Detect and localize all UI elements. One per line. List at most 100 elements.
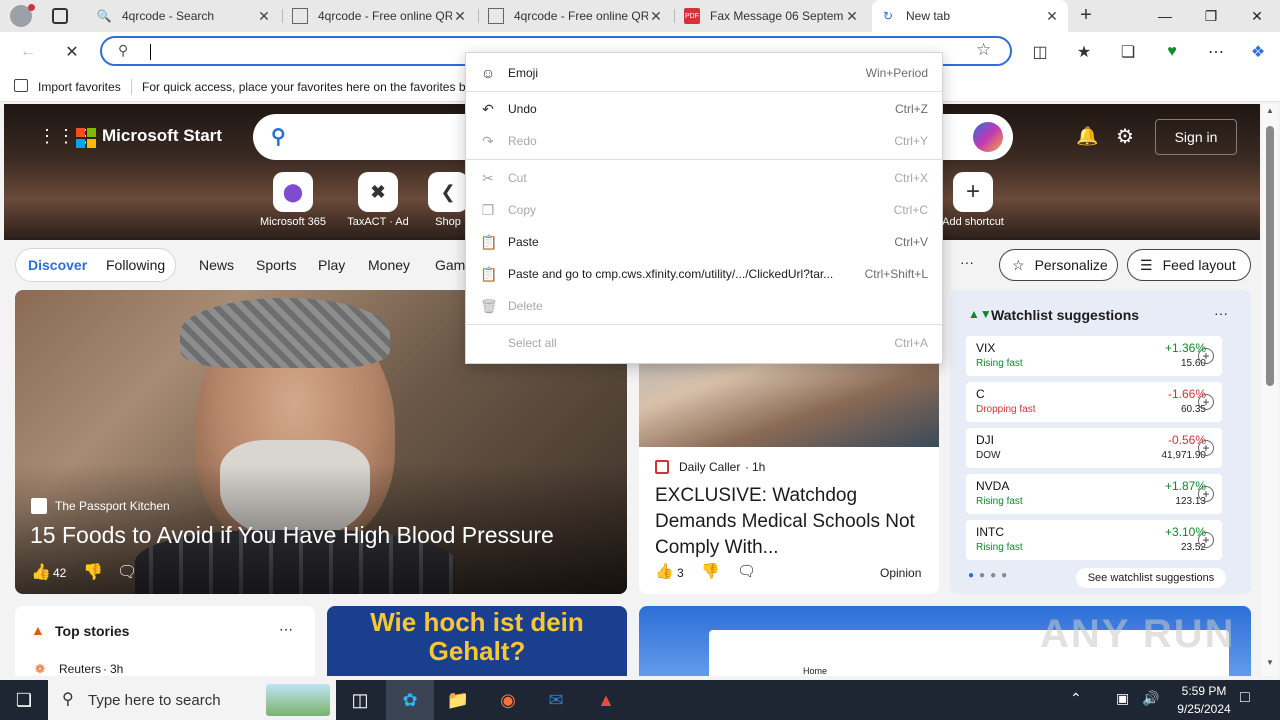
tab-title: 4qrcode - Search	[122, 9, 215, 23]
add-shortcut[interactable]: + Add shortcut	[933, 168, 1013, 228]
menu-label: Select all	[508, 336, 557, 350]
tab-discover[interactable]: Discover	[28, 257, 87, 273]
copilot-icon[interactable]	[973, 122, 1003, 152]
watch-row-intc[interactable]: INTC Rising fast +3.10% 23.52	[966, 520, 1222, 560]
tab-actions-icon[interactable]	[52, 8, 68, 24]
shortcut-taxact[interactable]: ✖ TaxACT · Ad	[338, 168, 418, 228]
dislike-icon[interactable]: 👎	[701, 562, 720, 580]
publisher-name[interactable]: Daily Caller	[679, 460, 740, 474]
add-to-watchlist-icon[interactable]: +	[1198, 486, 1214, 502]
comment-icon[interactable]: 🗨	[737, 562, 756, 580]
settings-gear-icon[interactable]: ⚙	[1116, 124, 1134, 149]
tab-divider	[282, 9, 283, 23]
stop-loading-icon[interactable]: ✕	[58, 38, 86, 66]
scroll-down-arrow[interactable]: ▼	[1266, 658, 1274, 667]
restore-button[interactable]: ❐	[1188, 0, 1234, 32]
file-explorer-icon[interactable]: 📁	[434, 680, 482, 720]
personalize-button[interactable]: ☆ Personalize	[999, 249, 1118, 281]
ad-card[interactable]: Wie hoch ist dein Gehalt?	[327, 606, 627, 676]
menu-item-copy[interactable]: ❐ Copy Ctrl+C	[466, 194, 942, 226]
close-tab-icon[interactable]: ✕	[1044, 8, 1060, 25]
back-icon[interactable]: ←	[14, 38, 42, 66]
add-to-watchlist-icon[interactable]: +	[1198, 394, 1214, 410]
brand-name[interactable]: Microsoft Start	[102, 126, 222, 146]
menu-item-select-all[interactable]: Select all Ctrl+A	[466, 327, 942, 359]
start-button[interactable]: ❏	[0, 680, 48, 720]
sign-in-button[interactable]: Sign in	[1155, 119, 1237, 155]
outlook-icon[interactable]: ✉	[532, 680, 580, 720]
notification-center-icon[interactable]: □	[1240, 689, 1250, 707]
anyrun-app-icon[interactable]: ▲	[582, 680, 630, 720]
like-icon[interactable]: 👍	[31, 562, 51, 582]
watch-row-c[interactable]: C Dropping fast -1.66% 60.35	[966, 382, 1222, 422]
article-title[interactable]: 15 Foods to Avoid if You Have High Blood…	[30, 522, 554, 549]
nav-sports[interactable]: Sports	[256, 257, 296, 273]
scroll-thumb[interactable]	[1266, 126, 1274, 386]
dislike-icon[interactable]: 👎	[83, 562, 103, 582]
watchlist-more-icon[interactable]: ···	[1214, 305, 1228, 321]
menu-item-paste-and-go[interactable]: 📋 Paste and go to cmp.cws.xfinity.com/ut…	[466, 258, 942, 290]
taskbar-time[interactable]: 5:59 PM	[1174, 684, 1234, 698]
tab-1[interactable]: 🔍 4qrcode - Search ✕	[88, 0, 280, 32]
volume-icon[interactable]: 🔊	[1142, 690, 1159, 707]
tab-2[interactable]: 4qrcode - Free online QR ✕	[284, 0, 476, 32]
article-title[interactable]: EXCLUSIVE: Watchdog Demands Medical Scho…	[655, 483, 915, 561]
watch-row-dji[interactable]: DJI DOW -0.56% 41,971.90	[966, 428, 1222, 468]
menu-item-paste[interactable]: 📋 Paste Ctrl+V	[466, 226, 942, 258]
close-tab-icon[interactable]: ✕	[256, 8, 272, 25]
close-tab-icon[interactable]: ✕	[844, 8, 860, 25]
browser-essentials-icon[interactable]: ♥	[1158, 38, 1186, 66]
taskbar-date[interactable]: 9/25/2024	[1168, 702, 1240, 716]
nav-news[interactable]: News	[199, 257, 234, 273]
settings-more-icon[interactable]: ⋯	[1202, 38, 1230, 66]
close-window-button[interactable]: ✕	[1234, 0, 1280, 32]
publisher-name[interactable]: The Passport Kitchen	[55, 499, 170, 513]
page-scrollbar[interactable]: ▲ ▼	[1262, 104, 1278, 676]
close-tab-icon[interactable]: ✕	[648, 8, 664, 25]
add-to-watchlist-icon[interactable]: +	[1198, 348, 1214, 364]
feed-layout-button[interactable]: ☰ Feed layout	[1127, 249, 1251, 281]
publisher-name[interactable]: Reuters	[59, 662, 101, 676]
close-tab-icon[interactable]: ✕	[452, 8, 468, 25]
tab-4[interactable]: PDF Fax Message 06 Septemb ✕	[676, 0, 868, 32]
split-screen-icon[interactable]: ◫	[1026, 38, 1054, 66]
minimize-button[interactable]: —	[1142, 0, 1188, 32]
like-icon[interactable]: 👍	[655, 562, 674, 580]
nav-money[interactable]: Money	[368, 257, 410, 273]
pager-dots[interactable]: ●●●●	[968, 570, 1012, 581]
import-favorites-link[interactable]: Import favorites	[38, 80, 121, 94]
tab-3[interactable]: 4qrcode - Free online QR ✕	[480, 0, 672, 32]
new-tab-button[interactable]: +	[1074, 4, 1098, 28]
show-hidden-icons[interactable]: ⌃	[1070, 690, 1082, 707]
taskbar-search[interactable]: ⚲ Type here to search	[48, 680, 336, 720]
firefox-icon[interactable]: ◉	[484, 680, 532, 720]
tab-5-active[interactable]: ↻ New tab ✕	[872, 0, 1068, 32]
copilot-icon[interactable]: ❖	[1244, 38, 1272, 66]
menu-item-emoji[interactable]: ☺ Emoji Win+Period	[466, 57, 942, 89]
add-to-watchlist-icon[interactable]: +	[1198, 532, 1214, 548]
comment-icon[interactable]: 🗨	[117, 562, 137, 582]
favorites-icon[interactable]: ★	[1070, 38, 1098, 66]
shortcut-microsoft-365[interactable]: ⬤ Microsoft 365	[253, 168, 333, 228]
collections-icon[interactable]: ❏	[1114, 38, 1142, 66]
edge-taskbar-icon[interactable]: ✿	[386, 680, 434, 720]
see-watchlist-button[interactable]: See watchlist suggestions	[1076, 568, 1226, 588]
top-stories-more-icon[interactable]: ⋯	[279, 621, 293, 638]
network-icon[interactable]: ▣	[1116, 690, 1129, 707]
tab-following[interactable]: Following	[106, 257, 165, 273]
task-view-icon[interactable]: ◫	[336, 680, 384, 720]
menu-item-delete[interactable]: 🗑 Delete	[466, 290, 942, 322]
shortcut-label: Add shortcut	[942, 216, 1004, 228]
notifications-bell-icon[interactable]: 🔔	[1076, 126, 1098, 147]
favorite-star-icon[interactable]: ☆	[976, 40, 991, 60]
nav-play[interactable]: Play	[318, 257, 345, 273]
nav-more-icon[interactable]: ···	[960, 254, 974, 270]
add-to-watchlist-icon[interactable]: +	[1198, 440, 1214, 456]
watch-row-nvda[interactable]: NVDA Rising fast +1.87% 123.13	[966, 474, 1222, 514]
menu-item-cut[interactable]: ✂ Cut Ctrl+X	[466, 162, 942, 194]
nav-gaming[interactable]: Gam	[435, 257, 465, 273]
menu-item-redo[interactable]: ↷ Redo Ctrl+Y	[466, 125, 942, 157]
scroll-up-arrow[interactable]: ▲	[1266, 106, 1274, 115]
watch-row-vix[interactable]: VIX Rising fast +1.36% 15.60	[966, 336, 1222, 376]
menu-item-undo[interactable]: ↶ Undo Ctrl+Z	[466, 93, 942, 125]
